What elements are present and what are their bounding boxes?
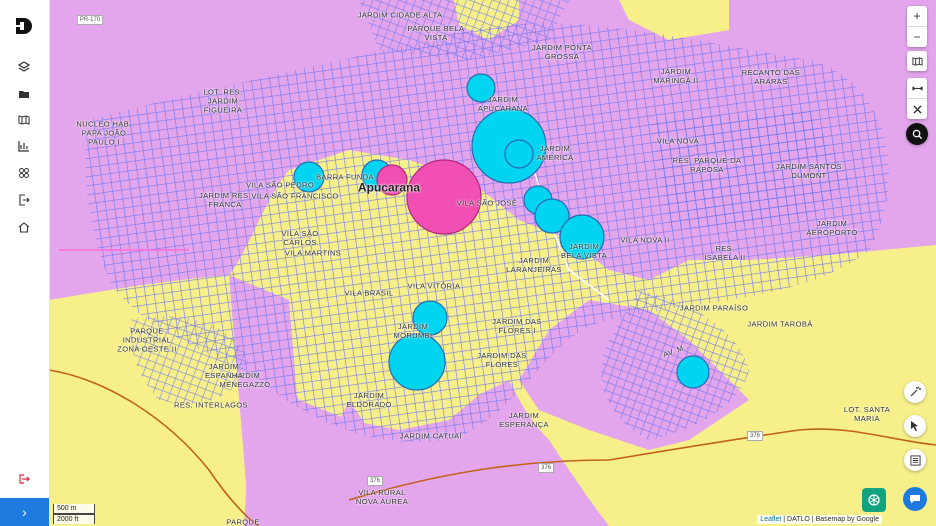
map-circle[interactable]: [406, 159, 482, 235]
list-icon: [909, 454, 921, 466]
close-icon: [912, 104, 922, 114]
app-logo[interactable]: [14, 16, 34, 36]
home-icon[interactable]: [15, 218, 33, 236]
neighborhood-label: JARDIM ESPERANÇA: [499, 411, 549, 429]
neighborhood-label: VILA SÃO JOSÉ: [456, 198, 518, 208]
neighborhood-label: VILA NOVA: [656, 136, 700, 146]
map-circle[interactable]: [388, 333, 446, 391]
zoom-out-button[interactable]: −: [907, 26, 927, 47]
neighborhood-label: RES. PARQUE DA RAPOSA: [672, 156, 742, 174]
neighborhood-label: VILA SÃO FRANCISCO: [251, 191, 339, 201]
neighborhood-label: VILA VITÓRIA: [407, 281, 461, 291]
road-label: 376: [537, 463, 555, 473]
neighborhood-label: LOT. SANTA MARIA: [843, 405, 891, 423]
neighborhood-label: VILA MARTINS: [284, 248, 342, 258]
measure-button[interactable]: [907, 78, 927, 98]
ruler-icon: [911, 86, 923, 90]
city-label: Apucarana: [357, 180, 421, 195]
neighborhood-label: JARDIM CATUAÍ: [399, 431, 463, 441]
zoom-control: + −: [907, 6, 927, 47]
neighborhood-label: JARDIM PONTA GROSSA: [531, 43, 593, 61]
neighborhood-label: JARDIM MORUMBI: [393, 322, 433, 340]
scale-bar: 500 m 2000 ft: [53, 504, 95, 524]
map-attribution: Leaflet | DATLO | Basemap by Google: [757, 515, 882, 524]
neighborhood-label: PARQUE: [226, 517, 260, 526]
neighborhood-label: RES. ISABELA II: [704, 244, 746, 262]
road-label: 376: [746, 431, 764, 441]
magic-wand-button[interactable]: [904, 381, 926, 403]
neighborhood-label: JARDIM MARINGÁ II: [653, 67, 699, 85]
neighborhood-label: JARDIM RES. FRANCA: [199, 191, 251, 209]
neighborhood-label: BARRA FUNDA: [316, 172, 374, 182]
search-button[interactable]: [906, 123, 928, 145]
neighborhood-label: VILA RURAL NOVA ÁUREA: [355, 488, 409, 506]
openai-icon: [868, 494, 880, 506]
map-icon: [911, 56, 923, 66]
search-icon: [912, 129, 922, 139]
chat-icon: [910, 495, 920, 504]
neighborhood-label: JARDIM DAS FLORES: [477, 351, 527, 369]
neighborhood-label: JARDIM APUCARANA: [477, 95, 529, 113]
neighborhood-label: VILA SÃO CARLOS: [281, 229, 319, 247]
scale-imperial: 2000 ft: [53, 514, 95, 524]
neighborhood-label: JARDIM CIDADE ALTA: [357, 10, 443, 20]
neighborhood-label: VILA SÃO PEDRO: [245, 180, 315, 190]
basemap-button[interactable]: [907, 51, 927, 71]
neighborhood-label: JARDIM LARANJEIRAS: [506, 256, 562, 274]
zoom-in-button[interactable]: +: [907, 6, 927, 26]
neighborhood-label: JARDIM ESPANHA: [204, 362, 244, 380]
neighborhood-label: JARDIM TAROBÁ: [747, 319, 813, 329]
neighborhood-label: VILA NOVA II: [620, 235, 670, 245]
select-tool-button[interactable]: [904, 415, 926, 437]
neighborhood-label: VILA BRASIL: [344, 288, 394, 298]
close-button[interactable]: [907, 98, 927, 119]
magic-wand-icon: [910, 386, 921, 397]
neighborhood-label: JARDIM PARAÍSO: [679, 303, 749, 313]
scale-metric: 500 m: [53, 504, 95, 514]
neighborhood-label: PARQUE BELA VISTA: [407, 24, 465, 42]
leaflet-link[interactable]: Leaflet: [760, 516, 781, 523]
bar-chart-icon[interactable]: [15, 137, 33, 155]
neighborhood-label: JARDIM SANTOS DUMONT: [776, 162, 842, 180]
chat-button[interactable]: [903, 487, 927, 511]
neighborhood-label: RECANTO DAS ARARAS: [741, 68, 801, 86]
map-canvas: [49, 0, 936, 526]
grid-icon[interactable]: [15, 164, 33, 182]
logout-icon[interactable]: [15, 470, 33, 488]
sidebar: ›: [0, 0, 50, 526]
neighborhood-label: LOT. RES. JARDIM FIGUEIRA: [203, 87, 243, 115]
map-icon[interactable]: [15, 111, 33, 129]
neighborhood-label: JARDIM BELA VISTA: [561, 242, 607, 260]
map-circle[interactable]: [676, 355, 710, 389]
road-label: 376: [366, 476, 384, 486]
neighborhood-label: JARDIM ELDORADO: [346, 391, 392, 409]
neighborhood-label: JARDIM DAS FLORES I: [492, 317, 542, 335]
map-view[interactable]: PR-170 376 376 376 Av. M... Apucarana JA…: [49, 0, 936, 526]
list-tool-button[interactable]: [904, 449, 926, 471]
layers-icon[interactable]: [15, 58, 33, 76]
expand-sidebar-button[interactable]: ›: [0, 498, 49, 526]
ai-assistant-button[interactable]: [862, 488, 886, 512]
folder-icon[interactable]: [15, 85, 33, 103]
measure-control: [907, 78, 927, 119]
neighborhood-label: JARDIM AMÉRICA: [536, 144, 574, 162]
neighborhood-label: RES. INTERLAGOS: [174, 400, 248, 410]
basemap-control: [907, 51, 927, 71]
neighborhood-label: JARDIM AEROPORTO: [806, 219, 858, 237]
neighborhood-label: PARQUE INDUSTRIAL ZONA OESTE II: [117, 326, 177, 354]
cursor-icon: [911, 421, 918, 431]
export-icon[interactable]: [15, 191, 33, 209]
neighborhood-label: NUCLEO HAB. PAPA JOÃO PAULO I: [76, 119, 132, 147]
road-label: PR-170: [76, 15, 104, 25]
attribution-text: | DATLO | Basemap by Google: [781, 516, 879, 523]
